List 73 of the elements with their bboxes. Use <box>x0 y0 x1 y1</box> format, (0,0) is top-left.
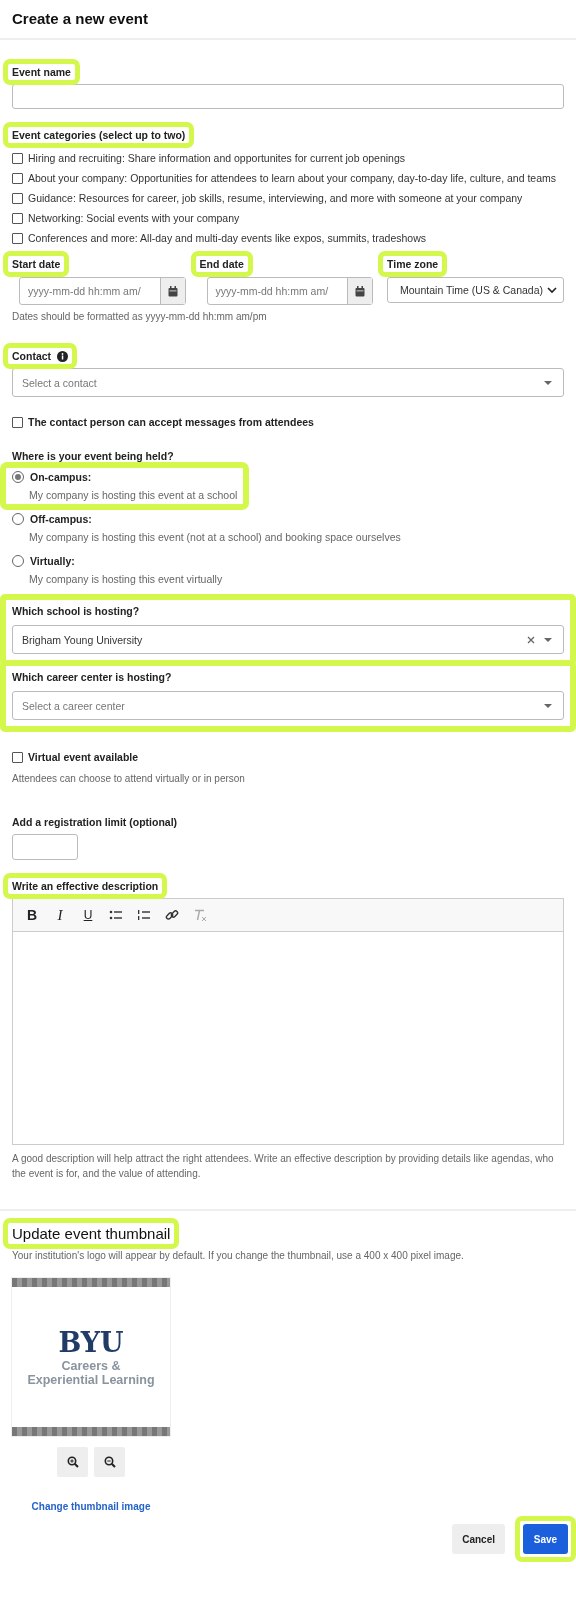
checkbox-label: Guidance: Resources for career, job skills, resume, interviewing, and more with someone at your company <box>28 191 523 206</box>
calendar-icon <box>167 285 178 297</box>
calendar-icon <box>355 285 366 297</box>
radio-label: On-campus: <box>30 471 92 483</box>
checkbox[interactable] <box>12 752 23 763</box>
caret-icon <box>543 702 553 709</box>
logo-subtitle: Careers & <box>61 1359 121 1373</box>
chevron-icon <box>547 286 557 294</box>
hint-text: A good description will help attract the right attendees. Write an effective description by providing details like agendas, who the event is for, and the value of attending. <box>12 1152 555 1181</box>
underline-button[interactable]: U <box>79 908 97 922</box>
checkbox[interactable] <box>12 153 23 164</box>
numbered-list-icon[interactable] <box>137 908 151 922</box>
field-label: End date <box>199 258 244 270</box>
zoom-out-icon <box>103 1456 116 1468</box>
dropdown[interactable]: Mountain Time (US & Canada) <box>387 277 564 303</box>
logo-text: BYU <box>58 1327 124 1359</box>
checkbox-label: About your company: Opportunities for attendees to learn about your company, day-to-day life, culture, and teams <box>28 171 556 186</box>
checkbox[interactable] <box>12 417 23 428</box>
radio-label: Off-campus: <box>30 513 92 525</box>
date-field[interactable]: yyyy-mm-dd hh:mm am/ <box>19 277 186 305</box>
checkbox[interactable] <box>12 193 23 204</box>
field-label: Write an effective description <box>12 880 159 892</box>
dropdown[interactable]: Select a career center <box>12 691 564 720</box>
field-label: Event name <box>12 66 71 78</box>
field-label: Contact <box>12 350 69 362</box>
field-label: Which school is hosting? <box>12 605 141 617</box>
bold-button[interactable]: B <box>23 907 41 923</box>
radio-label: Virtually: <box>30 555 75 567</box>
caret-icon <box>543 379 553 386</box>
checkbox-label: Hiring and recruiting: Share information and opportunites for current job openings <box>28 151 406 166</box>
checkbox-label: Virtual event available <box>28 750 139 765</box>
text-editor[interactable]: B I U <box>12 898 564 1145</box>
radio-button[interactable] <box>12 513 24 525</box>
zoom-out-button[interactable] <box>94 1447 125 1477</box>
field-label: Add a registration limit (optional) <box>12 816 179 828</box>
option-description: My company is hosting this event virtually <box>29 573 223 585</box>
hint-text: Dates should be formatted as yyyy-mm-dd hh:mm am/pm <box>12 310 268 324</box>
logo-subtitle: Experiential Learning <box>27 1373 155 1387</box>
checkbox[interactable] <box>12 233 23 244</box>
clear-icon <box>527 635 535 644</box>
zoom-in-icon <box>66 1456 79 1468</box>
dropdown[interactable]: Brigham Young University <box>12 625 564 654</box>
hint-text: Your institution's logo will appear by default. If you change the thumbnail, use a 400 x 400 pixel image. <box>12 1249 465 1263</box>
checkbox[interactable] <box>12 173 23 184</box>
field-label: Where is your event being held? <box>12 450 175 462</box>
caret-icon <box>543 636 553 643</box>
save-button[interactable]: Save <box>523 1524 568 1554</box>
input-field[interactable] <box>12 84 564 109</box>
bullet-list-icon[interactable] <box>109 908 123 922</box>
zoom-in-button[interactable] <box>57 1447 88 1477</box>
option-description: My company is hosting this event (not at a school) and booking space ourselves <box>29 531 401 543</box>
date-field[interactable]: yyyy-mm-dd hh:mm am/ <box>206 277 374 305</box>
checkbox-label: Conferences and more: All-day and multi-day events like expos, summits, tradeshows <box>28 231 426 246</box>
radio-button[interactable] <box>12 471 24 483</box>
link-icon[interactable] <box>165 908 179 922</box>
radio-button[interactable] <box>12 555 24 567</box>
option-description: My company is hosting this event at a school <box>29 489 238 501</box>
checkbox-label: Networking: Social events with your company <box>28 211 240 226</box>
hint-text: Attendees can choose to attend virtually or in person <box>12 772 246 786</box>
input-field[interactable] <box>12 834 78 860</box>
cancel-button[interactable]: Cancel <box>452 1524 505 1554</box>
checkbox[interactable] <box>12 213 23 224</box>
field-label: Time zone <box>387 258 439 270</box>
dropdown[interactable]: Select a contact <box>12 368 564 397</box>
checkbox-label: The contact person can accept messages from attendees <box>28 415 314 430</box>
info-icon <box>57 350 69 362</box>
field-label: Which career center is hosting? <box>12 671 173 683</box>
italic-button[interactable]: I <box>51 906 69 924</box>
field-label: Start date <box>12 258 61 270</box>
change-thumbnail-link[interactable]: Change thumbnail image <box>31 1501 151 1512</box>
page-title: Create a new event <box>12 10 149 27</box>
section-title: Update event thumbnail <box>12 1225 171 1242</box>
field-label: Event categories (select up to two) <box>12 129 186 141</box>
